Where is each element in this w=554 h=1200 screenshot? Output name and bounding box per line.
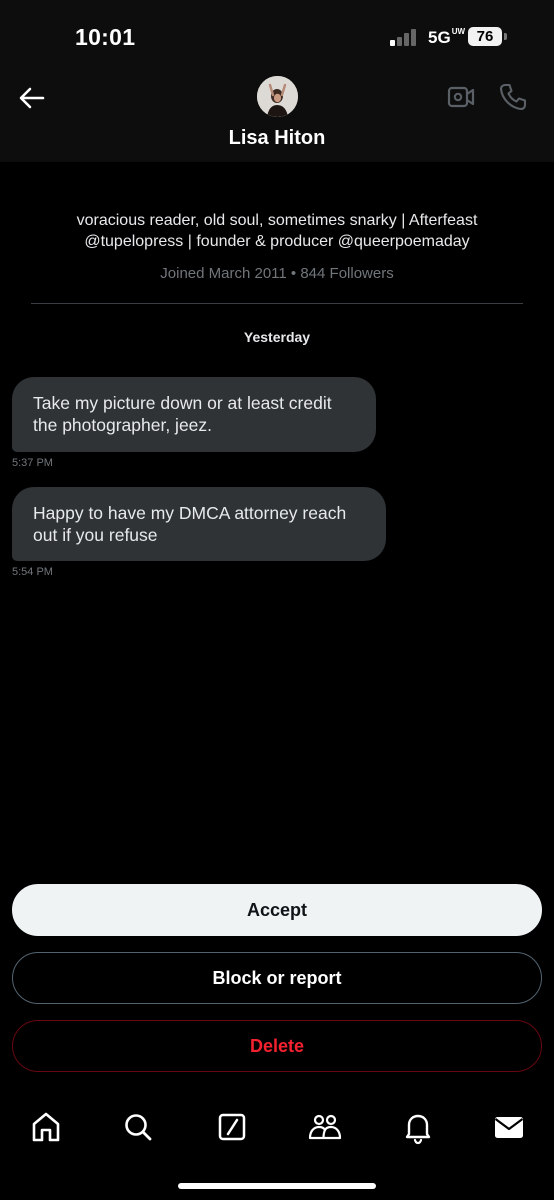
tab-search[interactable]: [118, 1107, 158, 1147]
divider: [31, 303, 523, 304]
cellular-signal-icon: [390, 28, 420, 46]
message-bubble[interactable]: Happy to have my DMCA attorney reach out…: [12, 487, 386, 561]
tab-messages[interactable]: [489, 1107, 529, 1147]
video-call-button[interactable]: [446, 84, 476, 110]
message-bubble[interactable]: Take my picture down or at least credit …: [12, 377, 376, 452]
tab-home[interactable]: [26, 1107, 66, 1147]
network-indicator: 5GUW: [428, 28, 465, 48]
network-label: 5G: [428, 28, 451, 47]
block-or-report-button[interactable]: Block or report: [12, 952, 542, 1004]
accept-button[interactable]: Accept: [12, 884, 542, 936]
profile-meta: Joined March 2011 • 844 Followers: [160, 265, 394, 282]
avatar[interactable]: [257, 76, 298, 117]
battery-tip: [504, 33, 507, 40]
contact-name[interactable]: Lisa Hiton: [0, 127, 554, 150]
conversation-header: Lisa Hiton: [0, 72, 554, 162]
back-arrow-icon: [19, 87, 45, 109]
message-timestamp: 5:54 PM: [12, 566, 53, 578]
search-icon: [125, 1114, 152, 1141]
phone-icon: [499, 83, 527, 111]
back-button[interactable]: [16, 84, 48, 112]
bio-line-1: voracious reader, old soul, sometimes sn…: [76, 212, 478, 229]
communities-icon: [308, 1114, 342, 1140]
date-separator: Yesterday: [243, 329, 311, 345]
notifications-icon: [405, 1114, 431, 1145]
tab-communities[interactable]: [305, 1107, 345, 1147]
home-icon: [32, 1112, 60, 1142]
message-timestamp: 5:37 PM: [12, 457, 53, 469]
home-indicator[interactable]: [178, 1183, 376, 1189]
status-bar: 10:01 5GUW 76: [0, 0, 554, 72]
message-line: Take my picture down or at least credit: [33, 393, 332, 413]
grok-icon: [218, 1113, 246, 1141]
message-line: the photographer, jeez.: [33, 415, 213, 435]
phone-call-button[interactable]: [498, 82, 528, 112]
profile-bio: voracious reader, old soul, sometimes sn…: [30, 210, 524, 252]
battery-icon: 76: [468, 27, 502, 46]
video-call-icon: [447, 86, 475, 108]
bio-line-2: @tupelopress | founder & producer @queer…: [84, 233, 470, 250]
network-suffix: UW: [451, 27, 466, 36]
tab-grok[interactable]: [212, 1107, 252, 1147]
profile-photo-icon: [257, 76, 298, 117]
message-line: out if you refuse: [33, 525, 158, 545]
messages-icon: [494, 1117, 524, 1138]
status-time: 10:01: [75, 24, 136, 50]
delete-button[interactable]: Delete: [12, 1020, 542, 1072]
message-line: Happy to have my DMCA attorney reach: [33, 503, 347, 523]
tab-notifications[interactable]: [398, 1107, 438, 1147]
